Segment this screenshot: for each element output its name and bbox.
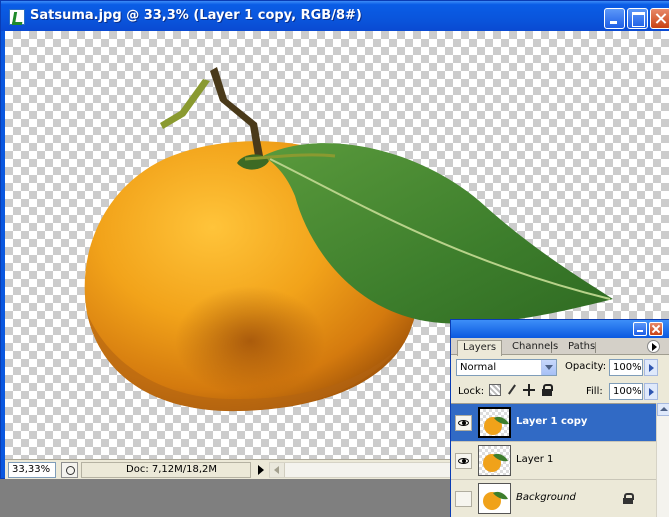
tab-layers[interactable]: Layers xyxy=(457,340,503,356)
layer-name: Layer 1 xyxy=(516,454,554,465)
zoom-field[interactable]: 33,33% xyxy=(8,462,56,478)
lock-label: Lock: xyxy=(458,386,485,397)
tab-channels[interactable]: Channels xyxy=(507,340,563,355)
minimize-button[interactable] xyxy=(604,8,625,29)
info-menu-arrow-icon[interactable] xyxy=(254,463,268,477)
lock-all-icon[interactable] xyxy=(541,384,553,396)
horizontal-scrollbar[interactable] xyxy=(269,462,469,478)
lock-pixels-icon[interactable] xyxy=(506,384,518,396)
fill-slider-button[interactable] xyxy=(644,383,658,400)
close-button[interactable] xyxy=(650,8,669,29)
layers-scrollbar[interactable] xyxy=(656,403,669,517)
lock-transparency-icon[interactable] xyxy=(489,384,501,396)
layer-row-layer-1[interactable]: Layer 1 xyxy=(451,442,656,480)
layer-list: Layer 1 copy Layer 1 Background xyxy=(451,403,656,517)
photoshop-document-icon xyxy=(9,9,25,25)
lock-icon xyxy=(623,493,634,504)
blend-mode-select[interactable]: Normal xyxy=(456,359,557,376)
chevron-down-icon[interactable] xyxy=(541,360,556,375)
palette-menu-button[interactable] xyxy=(647,340,660,353)
palette-tabs: Layers Channels Paths xyxy=(451,338,669,356)
layers-palette: Layers Channels Paths Normal Opacity: 10… xyxy=(450,319,669,517)
opacity-label: Opacity: xyxy=(565,361,607,372)
layer-thumbnail xyxy=(478,407,511,438)
document-title: Satsuma.jpg @ 33,3% (Layer 1 copy, RGB/8… xyxy=(30,8,362,23)
visibility-toggle[interactable] xyxy=(455,453,472,469)
layer-name: Layer 1 copy xyxy=(516,416,588,427)
opacity-field[interactable]: 100% xyxy=(609,359,643,376)
fill-field[interactable]: 100% xyxy=(609,383,643,400)
visibility-toggle[interactable] xyxy=(455,491,472,507)
maximize-button[interactable] xyxy=(627,8,648,29)
scroll-up-button[interactable] xyxy=(657,403,669,416)
layer-name: Background xyxy=(516,492,576,503)
eye-icon xyxy=(458,420,469,426)
navigator-button[interactable] xyxy=(61,462,78,478)
tab-paths[interactable]: Paths xyxy=(563,340,600,355)
document-titlebar[interactable]: Satsuma.jpg @ 33,3% (Layer 1 copy, RGB/8… xyxy=(1,1,669,31)
layer-thumbnail xyxy=(478,483,511,514)
palette-minimize-button[interactable] xyxy=(633,322,647,336)
visibility-toggle[interactable] xyxy=(455,415,472,431)
eye-icon xyxy=(458,458,469,464)
lock-position-icon[interactable] xyxy=(523,384,535,396)
fill-label: Fill: xyxy=(586,386,603,397)
palette-titlebar[interactable] xyxy=(451,320,669,338)
layer-thumbnail xyxy=(478,445,511,476)
scroll-left-button[interactable] xyxy=(270,463,285,477)
layer-row-layer-1-copy[interactable]: Layer 1 copy xyxy=(451,404,656,442)
palette-close-button[interactable] xyxy=(649,322,663,336)
document-info: Doc: 7,12M/18,2M xyxy=(81,462,251,478)
blend-mode-value: Normal xyxy=(460,362,497,373)
layer-row-background[interactable]: Background xyxy=(451,480,656,517)
opacity-slider-button[interactable] xyxy=(644,359,658,376)
